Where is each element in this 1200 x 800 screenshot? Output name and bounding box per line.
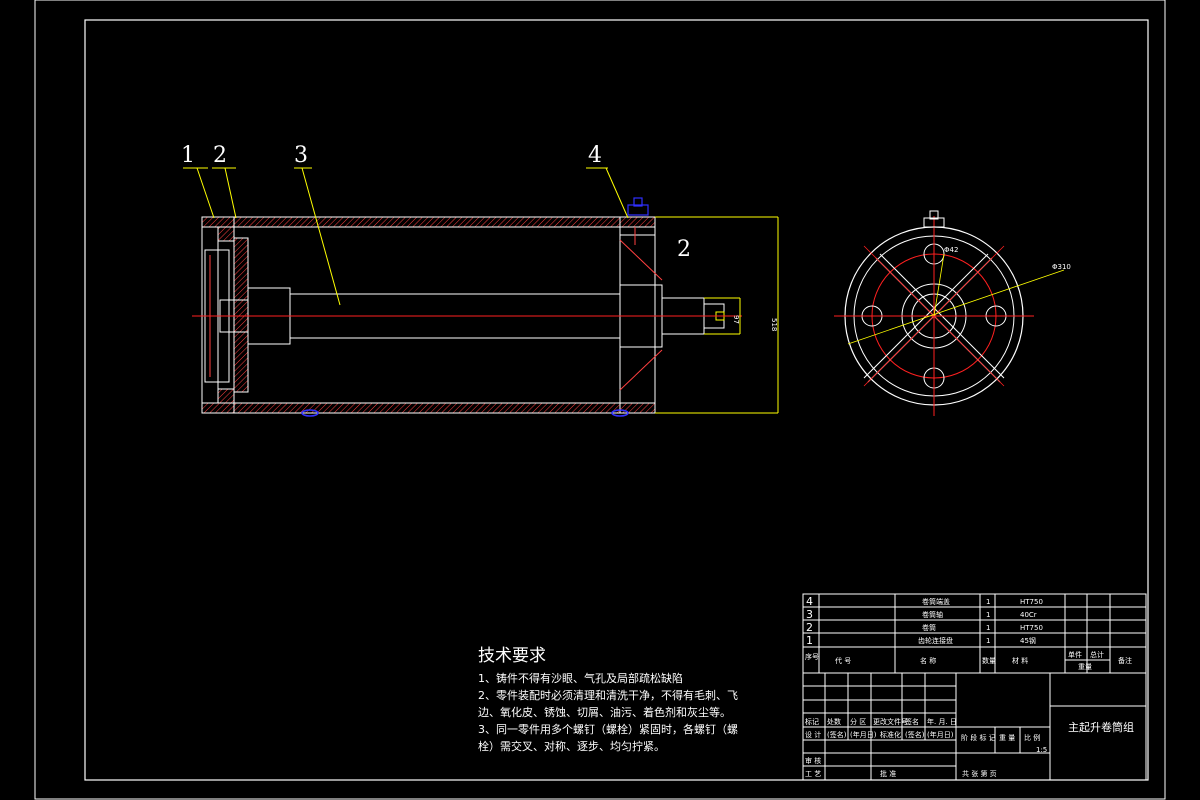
tb-approve: 批 准 [880,769,896,778]
tb-mark: 标记 [805,717,819,726]
tb-count: 处数 [827,717,841,726]
tb-standard: 标准化 [880,730,901,739]
leader-label-4: 4 [588,143,602,168]
tb-scale: 1:5 [1036,746,1047,754]
left-hub-hatch-bottom [217,388,235,404]
tb-sign-paren-2: (签名) [905,730,925,739]
bom-header-name: 名 称 [920,656,936,665]
tb-sheets: 共 张 第 页 [962,769,997,778]
drum-end-right [619,216,656,414]
section-view: 518 97 1 2 3 4 2 [181,143,779,417]
end-view: Φ42 Φ310 [834,210,1071,416]
tb-date: 年. 月. 日 [927,717,957,726]
notes-line-5: 栓）需交叉、对称、逐步、均匀拧紧。 [478,739,665,753]
leader-label-2: 2 [213,143,227,168]
left-flange [233,237,249,393]
bom-row-no: 1 [806,634,813,647]
sheet-border-inner [84,19,1149,781]
bom-row-no: 2 [806,621,813,634]
tb-process: 工 艺 [805,770,821,778]
bom-header-total: 总计 [1090,650,1104,659]
bom-row-name: 齿轮连接盘 [918,636,953,645]
drum-wall-top [201,216,656,228]
right-web-top [619,234,656,286]
notes-line-4: 3、同一零件用多个螺钉（螺栓）紧固时，各螺钉（螺 [478,722,738,736]
leader-label-1: 1 [181,143,195,168]
title-block [802,593,1147,781]
bom-row-material: HT750 [1020,598,1043,606]
drawing-title: 主起升卷筒组 [1068,720,1134,734]
bom-header-material: 材 料 [1012,656,1028,665]
tb-date-paren: (年月日) [850,730,877,739]
bom-row-name: 卷筒 [922,623,936,632]
bom-row-material: 45钢 [1020,636,1036,645]
tb-sign: 签名 [905,717,919,726]
dim-length: 518 [770,318,778,331]
bom-row-material: HT750 [1020,624,1043,632]
tb-check: 审 核 [805,756,821,765]
tb-design: 设 计 [805,730,821,739]
bom-header-remark: 备注 [1118,656,1132,665]
leader-label-3: 3 [294,143,308,168]
tb-zone: 分 区 [850,717,866,726]
dim-shaft: 97 [732,315,740,324]
bom-row-qty: 1 [986,598,990,606]
cad-drawing: 518 97 1 2 3 4 2 Φ42 Φ310 技术要求 1、铸件不得有沙眼… [34,0,1166,800]
dim-outer-diameter: Φ310 [1052,263,1071,271]
bom-header-qty: 数量 [982,656,996,665]
notes-line-2: 2、零件装配时必须清理和清洗干净，不得有毛刺、飞 [478,688,738,702]
tb-date-paren-2: (年月日) [927,730,954,739]
bom-header-code: 代 号 [835,656,851,665]
technical-notes: 技术要求 1、铸件不得有沙眼、气孔及局部疏松缺陷 2、零件装配时必须清理和清洗干… [478,646,738,753]
bom-row-material: 40Cr [1020,611,1037,619]
notes-line-1: 1、铸件不得有沙眼、气孔及局部疏松缺陷 [478,671,683,685]
dim-bolt-circle: Φ42 [944,246,958,254]
bom-row-no: 4 [806,595,813,608]
bom-row-qty: 1 [986,611,990,619]
drum-wall-bottom [201,402,656,414]
bom-header-no: 序号 [805,652,819,661]
view-mark-2: 2 [677,237,691,262]
bom-row-name: 卷筒轴 [922,610,943,619]
bom-row-no: 3 [806,608,813,621]
tb-change-doc: 更改文件号 [873,717,908,726]
tb-stage: 阶 段 标 记 [961,733,996,742]
notes-line-3: 边、氧化皮、锈蚀、切屑、油污、着色剂和灰尘等。 [478,705,731,719]
bom-row-qty: 1 [986,637,990,645]
tb-weight: 重 量 [999,734,1015,742]
notes-title: 技术要求 [478,646,546,666]
bom-header-single: 单件 [1068,650,1082,659]
bom-row-qty: 1 [986,624,990,632]
title-block-text: 主起升卷筒组 标记 处数 分 区 更改文件号 签名 年. 月. 日 设 计 (签… [805,717,1134,778]
bom-header-weight: 重量 [1078,663,1092,671]
tb-sign-paren: (签名) [827,730,847,739]
left-hub-hatch-top [217,226,235,242]
bom-row-name: 卷筒端盖 [922,597,950,606]
tb-ratio: 比 例 [1024,733,1040,742]
